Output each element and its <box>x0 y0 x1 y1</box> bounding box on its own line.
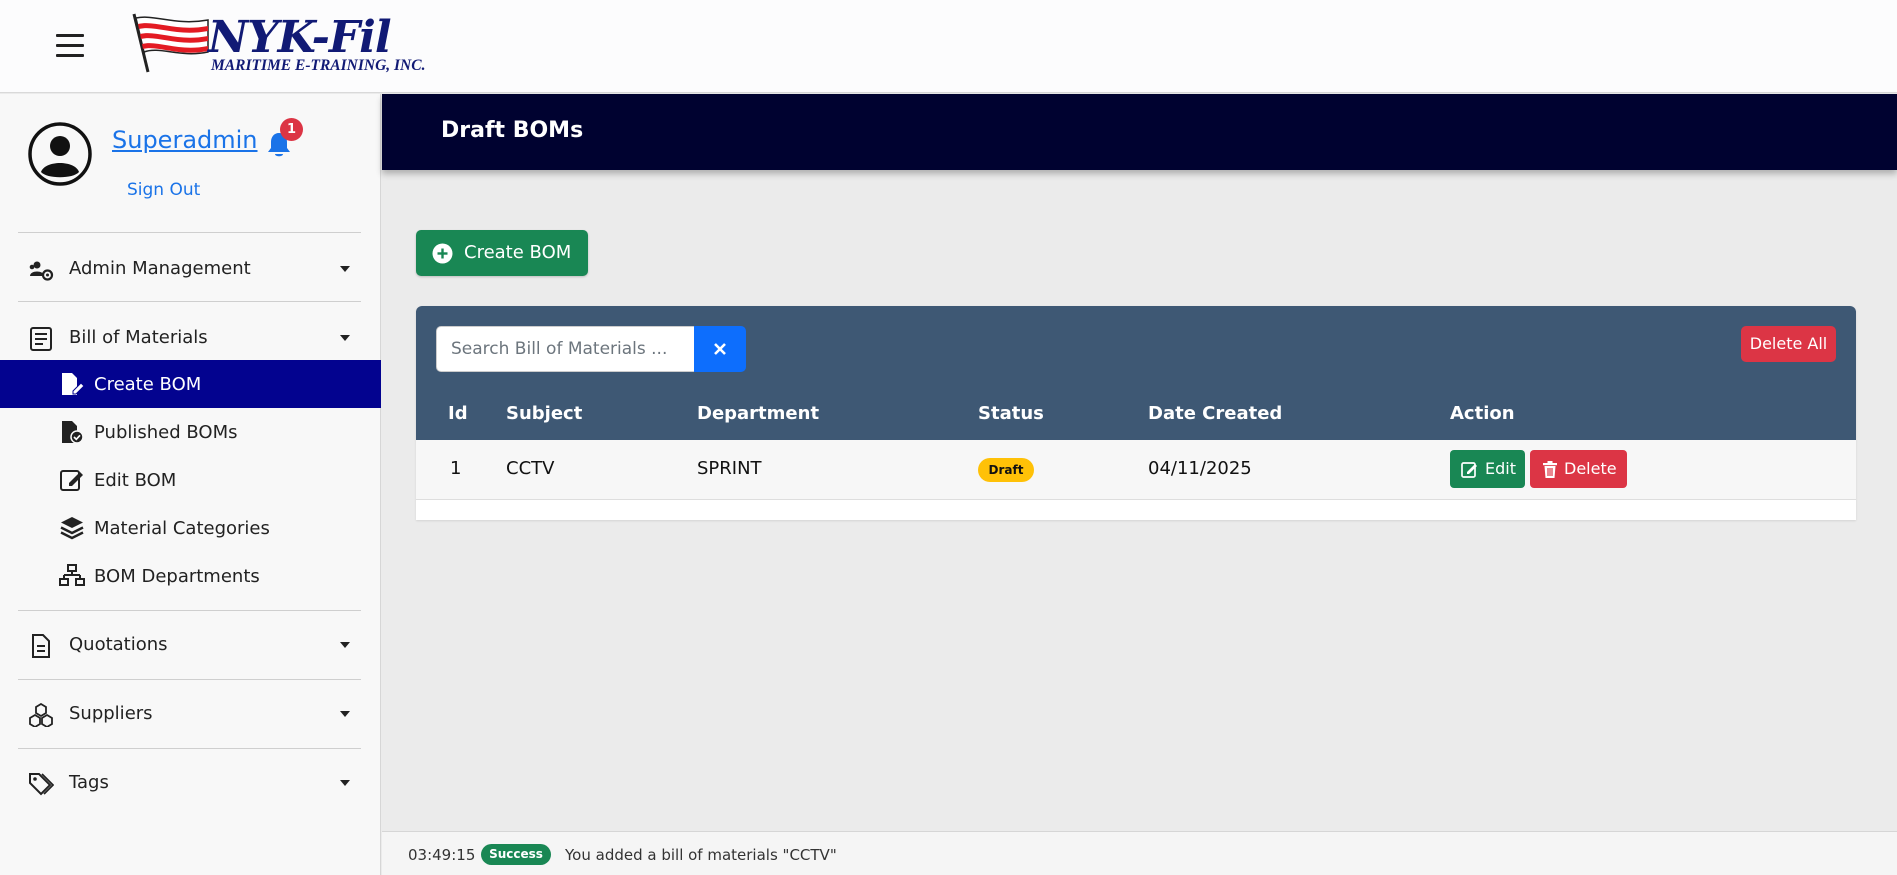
sidebar-subitem-label: Published BOMs <box>94 422 238 443</box>
page-header: Draft BOMs <box>382 94 1897 170</box>
cell-date-created: 04/11/2025 <box>1148 458 1252 479</box>
notification-count-badge: 1 <box>280 118 303 141</box>
sign-out-link[interactable]: Sign Out <box>127 180 200 200</box>
logo-wordmark: NYK-Fil <box>208 12 392 63</box>
trash-icon <box>1543 461 1557 478</box>
clear-search-button[interactable] <box>694 326 746 372</box>
success-badge: Success <box>481 844 551 865</box>
username-link[interactable]: Superadmin <box>112 126 258 154</box>
page-title: Draft BOMs <box>441 118 584 143</box>
status-bar: 03:49:15 Success You added a bill of mat… <box>382 831 1897 875</box>
sidebar-item-admin-management[interactable]: Admin Management <box>0 245 381 293</box>
sidebar-subitem-label: Create BOM <box>94 374 202 395</box>
receipt-icon <box>30 327 52 351</box>
search-input[interactable] <box>436 326 696 372</box>
close-icon <box>714 343 726 355</box>
sidebar-subitem-material-categories[interactable]: Material Categories <box>0 504 381 552</box>
sidebar-divider <box>18 610 361 611</box>
sidebar-item-quotations[interactable]: Quotations <box>0 621 381 669</box>
edit-label: Edit <box>1485 459 1516 478</box>
sidebar-item-tags[interactable]: Tags <box>0 759 381 807</box>
sitemap-icon <box>59 564 85 586</box>
sidebar-item-label: Bill of Materials <box>69 327 208 348</box>
sidebar-divider <box>18 232 361 233</box>
table-header-bar: Delete All Id Subject Department Status … <box>416 306 1856 440</box>
table-row: 1 CCTV SPRINT Draft 04/11/2025 Edit Dele… <box>416 440 1856 500</box>
sidebar-subitem-bom-departments[interactable]: BOM Departments <box>0 552 381 600</box>
sidebar-subitem-create-bom[interactable]: Create BOM <box>0 360 381 408</box>
column-header-date-created: Date Created <box>1148 403 1283 424</box>
boxes-icon <box>29 703 53 727</box>
column-header-status: Status <box>978 403 1044 424</box>
bom-table-panel: Delete All Id Subject Department Status … <box>416 306 1856 520</box>
edit-button[interactable]: Edit <box>1450 450 1525 488</box>
create-bom-label: Create BOM <box>464 242 572 263</box>
sidebar-divider <box>18 301 361 302</box>
sidebar-item-label: Suppliers <box>69 703 153 724</box>
delete-label: Delete <box>1564 459 1617 478</box>
sidebar-item-label: Admin Management <box>69 258 251 279</box>
cell-subject: CCTV <box>506 458 555 479</box>
users-gear-icon <box>29 261 54 281</box>
column-header-id: Id <box>448 403 468 424</box>
sidebar-divider <box>18 748 361 749</box>
sidebar-item-bill-of-materials[interactable]: Bill of Materials <box>0 314 381 362</box>
cell-department: SPRINT <box>697 458 762 479</box>
column-header-subject: Subject <box>506 403 583 424</box>
flag-logo-icon <box>132 13 209 73</box>
caret-down-icon <box>340 266 350 272</box>
create-bom-button[interactable]: Create BOM <box>416 230 588 276</box>
file-check-icon <box>62 421 84 444</box>
company-logo: NYK-Fil MARITIME E-TRAINING, INC. <box>130 10 465 82</box>
sidebar-subitem-published-boms[interactable]: Published BOMs <box>0 408 381 456</box>
plus-circle-icon <box>432 243 453 264</box>
logo-tagline: MARITIME E-TRAINING, INC. <box>211 57 426 74</box>
sidebar-item-label: Quotations <box>69 634 168 655</box>
caret-down-icon <box>340 335 350 341</box>
sidebar-subitem-label: BOM Departments <box>94 566 260 587</box>
sidebar: Superadmin 1 Sign Out Admin Management B… <box>0 94 381 875</box>
caret-down-icon <box>340 780 350 786</box>
sidebar-item-suppliers[interactable]: Suppliers <box>0 690 381 738</box>
status-time: 03:49:15 <box>408 846 476 864</box>
document-icon <box>32 634 50 658</box>
column-header-department: Department <box>697 403 820 424</box>
delete-all-button[interactable]: Delete All <box>1741 326 1836 362</box>
sidebar-subitem-label: Material Categories <box>94 518 270 539</box>
sidebar-item-label: Tags <box>69 772 109 793</box>
cell-id: 1 <box>450 458 462 479</box>
status-message: You added a bill of materials "CCTV" <box>565 846 837 864</box>
top-bar: NYK-Fil MARITIME E-TRAINING, INC. <box>0 0 1897 93</box>
delete-button[interactable]: Delete <box>1530 450 1627 488</box>
status-badge: Draft <box>978 458 1034 482</box>
tags-icon <box>29 773 54 796</box>
column-header-action: Action <box>1450 403 1515 424</box>
sidebar-subitem-edit-bom[interactable]: Edit BOM <box>0 456 381 504</box>
sidebar-subitem-label: Edit BOM <box>94 470 177 491</box>
sidebar-divider <box>18 679 361 680</box>
user-avatar-icon <box>28 122 92 186</box>
layers-icon <box>60 517 84 540</box>
edit-icon <box>60 470 83 491</box>
caret-down-icon <box>340 711 350 717</box>
hamburger-menu-icon[interactable] <box>56 34 84 58</box>
file-pen-icon <box>62 373 85 395</box>
edit-icon <box>1461 462 1477 478</box>
caret-down-icon <box>340 642 350 648</box>
